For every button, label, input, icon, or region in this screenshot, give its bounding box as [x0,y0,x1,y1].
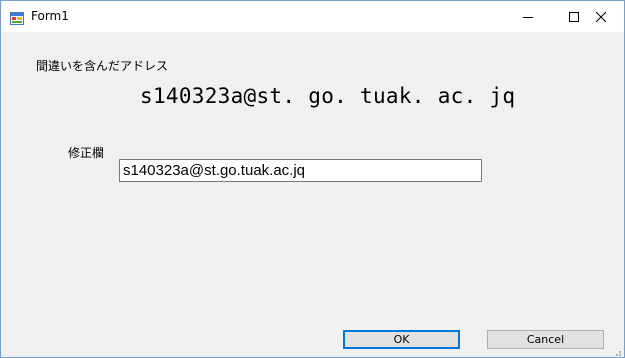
wrong-address-label: 間違いを含んだアドレス [36,59,169,73]
ok-button[interactable]: OK [343,330,460,349]
form-client-area: 間違いを含んだアドレス s140323a@st. go. tuak. ac. j… [1,32,624,357]
minimize-button[interactable] [505,1,551,32]
fix-field-label: 修正欄 [68,146,105,160]
fix-address-input[interactable] [119,159,482,182]
minimize-icon [523,16,533,18]
close-button[interactable] [578,1,624,32]
title-bar[interactable]: Form1 [1,1,624,32]
wrong-address-value: s140323a@st. go. tuak. ac. jq [140,84,516,108]
resize-grip-icon[interactable] [612,345,622,356]
close-icon [595,11,607,22]
window-title: Form1 [31,9,69,23]
app-icon [10,10,24,25]
form1-window: Form1 間違いを含んだアドレス s140323a@st. go. tuak.… [0,0,625,358]
cancel-button[interactable]: Cancel [487,330,604,349]
